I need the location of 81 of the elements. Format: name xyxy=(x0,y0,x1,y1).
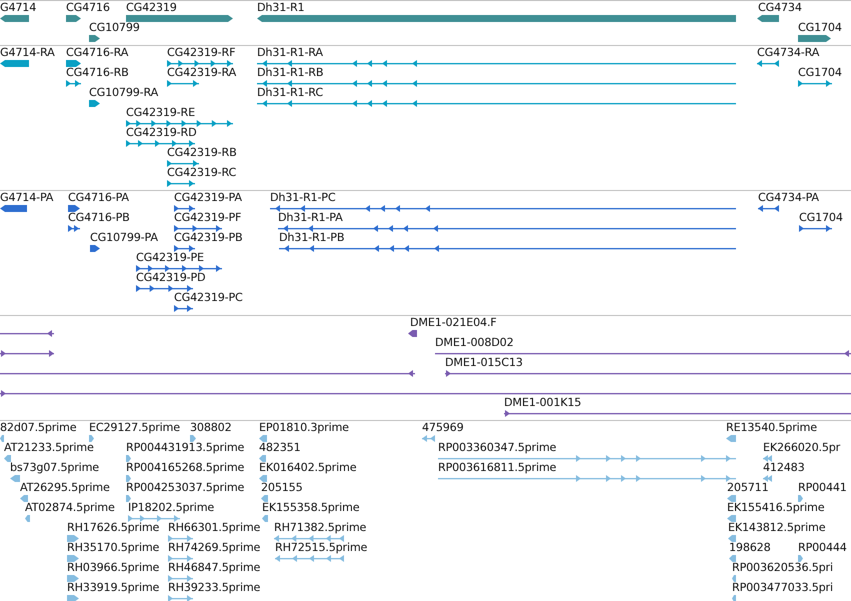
feature-label: 308802 xyxy=(190,421,232,435)
feature-label: CG4716-RB xyxy=(66,66,129,80)
feature-label: RH71382.5prime xyxy=(274,521,366,535)
feature-label: CG42319-RE xyxy=(126,106,195,120)
feature-label: CG4716 xyxy=(66,1,110,15)
feature-label: DME1-001K15 xyxy=(504,396,582,410)
feature-label: CG10799-PA xyxy=(90,231,158,245)
feature-label: AT02874.5prime xyxy=(25,501,115,515)
feature-label: Dh31-R1-RB xyxy=(257,66,324,80)
feature-label: CG4716-PA xyxy=(68,191,129,205)
feature-label: RH66301.5prime xyxy=(168,521,260,535)
feature-label: RH17626.5prime xyxy=(67,521,160,535)
feature-label: RH74269.5prime xyxy=(168,541,260,555)
feature-label: CG42319-PF xyxy=(174,211,242,225)
feature-label: RP003477033.5pri xyxy=(732,581,833,595)
feature-label: CG42319-PB xyxy=(174,231,243,245)
feature-label: CG42319-PE xyxy=(136,251,204,265)
feature-label: RP004431913.5prime xyxy=(126,441,244,455)
feature-label: RP00444 xyxy=(798,541,847,555)
feature-label: DME1-015C13 xyxy=(445,356,523,370)
feature-label: Dh31-R1 xyxy=(257,1,304,15)
feature-label: G4714-PA xyxy=(0,191,54,205)
feature-label: CG42319-RD xyxy=(126,126,196,140)
feature-label: 412483 xyxy=(763,461,805,475)
feature-label: RP00441 xyxy=(798,481,847,495)
feature-label: 82d07.5prime xyxy=(0,421,76,435)
feature-label: AT21233.5prime xyxy=(4,441,94,455)
feature-label: CG10799 xyxy=(89,21,140,35)
feature-label: RP004253037.5prime xyxy=(126,481,244,495)
feature-label: Dh31-R1-RC xyxy=(257,86,323,100)
feature-label: IP18202.5prime xyxy=(128,501,214,515)
feature-label: RE13540.5prime xyxy=(726,421,817,435)
feature-label: CG1704 xyxy=(799,211,843,225)
feature-label: 482351 xyxy=(259,441,301,455)
feature-label: CG42319-RC xyxy=(167,166,236,180)
feature-label: G4714-RA xyxy=(0,46,55,60)
feature-label: CG4734 xyxy=(758,1,802,15)
feature-label: EP01810.3prime xyxy=(259,421,349,435)
feature-label: CG1704 xyxy=(798,66,842,80)
feature-label: EC29127.5prime xyxy=(89,421,180,435)
feature-label: Dh31-R1-PC xyxy=(270,191,336,205)
feature-label: CG42319-RF xyxy=(167,46,236,60)
feature-label: CG42319-PD xyxy=(136,271,206,285)
feature-label: CG42319-PA xyxy=(174,191,242,205)
feature-label: RH39233.5prime xyxy=(168,581,260,595)
feature-label: 475969 xyxy=(422,421,464,435)
feature-label: CG42319-RB xyxy=(167,146,237,160)
feature-label: 205711 xyxy=(727,481,769,495)
feature-label: EK143812.5prime xyxy=(728,521,826,535)
feature-label: CG10799-RA xyxy=(89,86,158,100)
feature-label: RH46847.5prime xyxy=(168,561,260,575)
feature-label: DME1-008D02 xyxy=(435,336,514,350)
feature-label: RP003360347.5prime xyxy=(438,441,556,455)
feature-label: Dh31-R1-RA xyxy=(257,46,323,60)
feature-label: Dh31-R1-PB xyxy=(279,231,344,245)
feature-label: EK155358.5prime xyxy=(262,501,360,515)
feature-label: CG4716-RA xyxy=(66,46,128,60)
feature-label: RP003620536.5pri xyxy=(732,561,833,575)
feature-label: CG4734-PA xyxy=(758,191,819,205)
feature-label: Dh31-R1-PA xyxy=(278,211,343,225)
feature-label: DME1-021E04.F xyxy=(410,316,497,330)
feature-label: EK016402.5prime xyxy=(259,461,356,475)
feature-label: RP003616811.5prime xyxy=(438,461,556,475)
feature-label: EK266020.5pr xyxy=(763,441,840,455)
feature-label: CG4716-PB xyxy=(68,211,130,225)
feature-label: RH03966.5prime xyxy=(67,561,160,575)
feature-label: CG42319 xyxy=(126,1,177,15)
feature-label: 198628 xyxy=(729,541,771,555)
feature-label: CG42319-PC xyxy=(174,291,243,305)
feature-label: 205155 xyxy=(261,481,303,495)
feature-label: G4714 xyxy=(0,1,36,15)
feature-label: RH33919.5prime xyxy=(67,581,160,595)
feature-label: CG42319-RA xyxy=(167,66,236,80)
feature-label: CG4734-RA xyxy=(757,46,820,60)
feature-label: RP004165268.5prime xyxy=(126,461,244,475)
feature-label: bs73g07.5prime xyxy=(10,461,99,475)
feature-label: RH72515.5prime xyxy=(275,541,368,555)
feature-label: EK155416.5prime xyxy=(727,501,824,515)
feature-label: AT26295.5prime xyxy=(20,481,110,495)
feature-label: RH35170.5prime xyxy=(67,541,160,555)
feature-label: CG1704 xyxy=(798,21,842,35)
